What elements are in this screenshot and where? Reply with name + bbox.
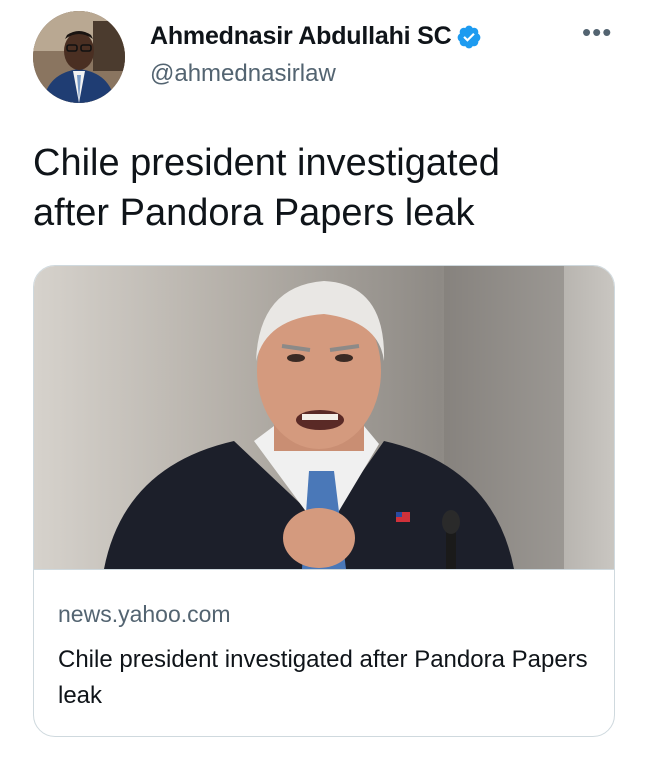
avatar[interactable]: [33, 11, 125, 103]
card-domain: news.yahoo.com: [58, 601, 231, 627]
card-image[interactable]: [34, 266, 614, 570]
author-display-name[interactable]: Ahmednasir Abdullahi SC: [150, 22, 452, 51]
author-name-row[interactable]: Ahmednasir Abdullahi SC: [150, 22, 482, 51]
card-title: Chile president investigated after Pando…: [58, 646, 588, 709]
tweet-text-line: after Pandora Papers leak: [33, 192, 475, 234]
avatar-image: [33, 11, 125, 103]
tweet-text: Chile president investigated after Pando…: [33, 138, 623, 238]
author-handle[interactable]: @ahmednasirlaw: [150, 60, 336, 88]
tweet-text-line: Chile president investigated: [33, 142, 500, 184]
article-photo: [34, 266, 614, 569]
link-preview-card[interactable]: news.yahoo.com Chile president investiga…: [33, 265, 615, 737]
verified-badge-icon: [456, 24, 482, 50]
more-options-icon[interactable]: •••: [582, 19, 612, 45]
